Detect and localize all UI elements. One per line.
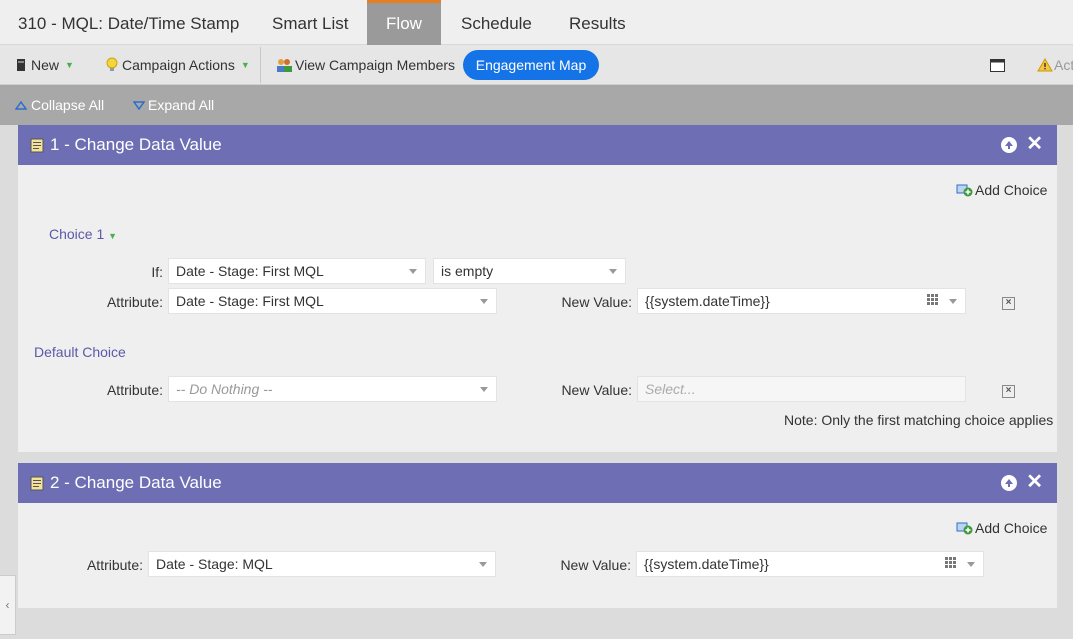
calendar-icon[interactable] bbox=[945, 557, 959, 571]
collapse-expand-bar: Collapse All Expand All bbox=[0, 85, 1073, 125]
engagement-map-button[interactable]: Engagement Map bbox=[463, 50, 599, 80]
if-operator-value: is empty bbox=[441, 263, 494, 279]
chevron-down-icon: ▼ bbox=[65, 60, 74, 70]
chevron-down-icon: ▼ bbox=[108, 231, 118, 241]
if-field-value: Date - Stage: First MQL bbox=[176, 263, 324, 279]
view-campaign-members-button[interactable]: View Campaign Members bbox=[275, 45, 455, 85]
dropdown-caret-icon bbox=[479, 562, 487, 567]
lightbulb-icon bbox=[106, 57, 118, 71]
new-document-icon bbox=[17, 59, 25, 71]
members-icon bbox=[277, 59, 292, 72]
collapse-all-label: Collapse All bbox=[31, 97, 105, 113]
default-new-value-placeholder: Select... bbox=[645, 381, 696, 397]
default-new-value-input[interactable]: Select... bbox=[637, 376, 966, 402]
window-toggle-button[interactable] bbox=[990, 45, 1005, 85]
activity-label: Act bbox=[1054, 57, 1073, 73]
add-choice-label: Add Choice bbox=[975, 182, 1048, 198]
dropdown-caret-icon bbox=[967, 562, 975, 567]
move-up-icon[interactable] bbox=[1001, 137, 1017, 153]
choice-label: Choice 1 bbox=[49, 226, 105, 242]
campaign-tabbar: 310 - MQL: Date/Time Stamp Smart List Fl… bbox=[0, 0, 1073, 45]
dropdown-caret-icon bbox=[609, 269, 617, 274]
flow-step-icon bbox=[30, 476, 44, 491]
activity-button[interactable]: Act bbox=[1037, 45, 1073, 85]
new-menu-button[interactable]: New ▼ bbox=[16, 45, 74, 85]
add-choice-icon bbox=[956, 184, 973, 197]
calendar-icon[interactable] bbox=[927, 294, 941, 308]
campaign-actions-menu-button[interactable]: Campaign Actions ▼ bbox=[106, 45, 250, 85]
dropdown-caret-icon bbox=[480, 299, 488, 304]
flow-step-title: 2 - Change Data Value bbox=[50, 473, 222, 492]
window-icon bbox=[990, 58, 1005, 72]
choice-1-menu[interactable]: Choice 1 ▼ bbox=[49, 226, 117, 242]
toolbar: New ▼ Campaign Actions ▼ View Campaign M… bbox=[0, 45, 1073, 85]
close-icon[interactable]: ✕ bbox=[1026, 133, 1043, 155]
flow-content: 1 - Change Data Value ✕ Add Choice Choic… bbox=[0, 125, 1073, 639]
if-field-select[interactable]: Date - Stage: First MQL bbox=[168, 258, 426, 284]
add-choice-icon bbox=[956, 522, 973, 535]
collapse-triangle-icon bbox=[15, 100, 27, 110]
new-value-input[interactable]: {{system.dateTime}} bbox=[636, 551, 984, 577]
default-new-value-label: New Value: bbox=[561, 382, 632, 398]
matching-choice-note: Note: Only the first matching choice app… bbox=[784, 412, 1054, 428]
flow-step-icon bbox=[30, 138, 44, 153]
chevron-left-icon: ‹ bbox=[5, 598, 10, 612]
dropdown-caret-icon bbox=[480, 387, 488, 392]
view-campaign-members-label: View Campaign Members bbox=[295, 57, 456, 73]
flow-step-1: 1 - Change Data Value ✕ Add Choice Choic… bbox=[18, 125, 1057, 452]
new-value-input[interactable]: {{system.dateTime}} bbox=[637, 288, 966, 314]
tab-campaign-title[interactable]: 310 - MQL: Date/Time Stamp bbox=[4, 0, 253, 45]
tab-flow[interactable]: Flow bbox=[367, 0, 441, 45]
dropdown-caret-icon bbox=[409, 269, 417, 274]
delete-default-choice-icon[interactable]: × bbox=[1002, 385, 1015, 398]
add-choice-button[interactable]: Add Choice bbox=[956, 520, 1047, 536]
new-value-label: New Value: bbox=[560, 557, 631, 573]
add-choice-button[interactable]: Add Choice bbox=[956, 182, 1047, 198]
if-operator-select[interactable]: is empty bbox=[433, 258, 626, 284]
default-choice-label: Default Choice bbox=[34, 344, 126, 360]
tab-schedule[interactable]: Schedule bbox=[447, 0, 546, 45]
campaign-actions-label: Campaign Actions bbox=[122, 57, 235, 73]
new-value-text: {{system.dateTime}} bbox=[645, 293, 770, 309]
left-panel-toggle[interactable]: ‹ bbox=[0, 575, 16, 635]
close-icon[interactable]: ✕ bbox=[1026, 471, 1043, 493]
attribute-select[interactable]: Date - Stage: MQL bbox=[148, 551, 496, 577]
default-attribute-value: -- Do Nothing -- bbox=[176, 381, 273, 397]
default-attribute-select[interactable]: -- Do Nothing -- bbox=[168, 376, 497, 402]
flow-step-header[interactable]: 2 - Change Data Value ✕ bbox=[18, 463, 1057, 503]
attribute-label: Attribute: bbox=[106, 294, 163, 310]
default-attribute-label: Attribute: bbox=[106, 382, 163, 398]
chevron-down-icon: ▼ bbox=[240, 60, 250, 70]
expand-all-label: Expand All bbox=[148, 97, 215, 113]
flow-step-2: 2 - Change Data Value ✕ Add Choice Attri… bbox=[18, 463, 1057, 608]
new-value-text: {{system.dateTime}} bbox=[644, 556, 769, 572]
toolbar-divider bbox=[260, 47, 261, 83]
add-choice-label: Add Choice bbox=[975, 520, 1048, 536]
tab-results[interactable]: Results bbox=[555, 0, 640, 45]
attribute-select[interactable]: Date - Stage: First MQL bbox=[168, 288, 497, 314]
attribute-label: Attribute: bbox=[86, 557, 143, 573]
delete-choice-icon[interactable]: × bbox=[1002, 297, 1015, 310]
expand-triangle-icon bbox=[133, 100, 145, 110]
new-value-label: New Value: bbox=[561, 294, 632, 310]
warning-icon bbox=[1037, 58, 1053, 72]
if-label: If: bbox=[151, 264, 163, 280]
flow-step-header[interactable]: 1 - Change Data Value ✕ bbox=[18, 125, 1057, 165]
attribute-value: Date - Stage: MQL bbox=[156, 556, 273, 572]
new-menu-label: New bbox=[31, 57, 60, 73]
collapse-all-button[interactable]: Collapse All bbox=[15, 85, 104, 125]
attribute-value: Date - Stage: First MQL bbox=[176, 293, 324, 309]
flow-step-title: 1 - Change Data Value bbox=[50, 135, 222, 154]
dropdown-caret-icon bbox=[949, 299, 957, 304]
expand-all-button[interactable]: Expand All bbox=[133, 85, 214, 125]
tab-smart-list[interactable]: Smart List bbox=[258, 0, 363, 45]
move-up-icon[interactable] bbox=[1001, 475, 1017, 491]
